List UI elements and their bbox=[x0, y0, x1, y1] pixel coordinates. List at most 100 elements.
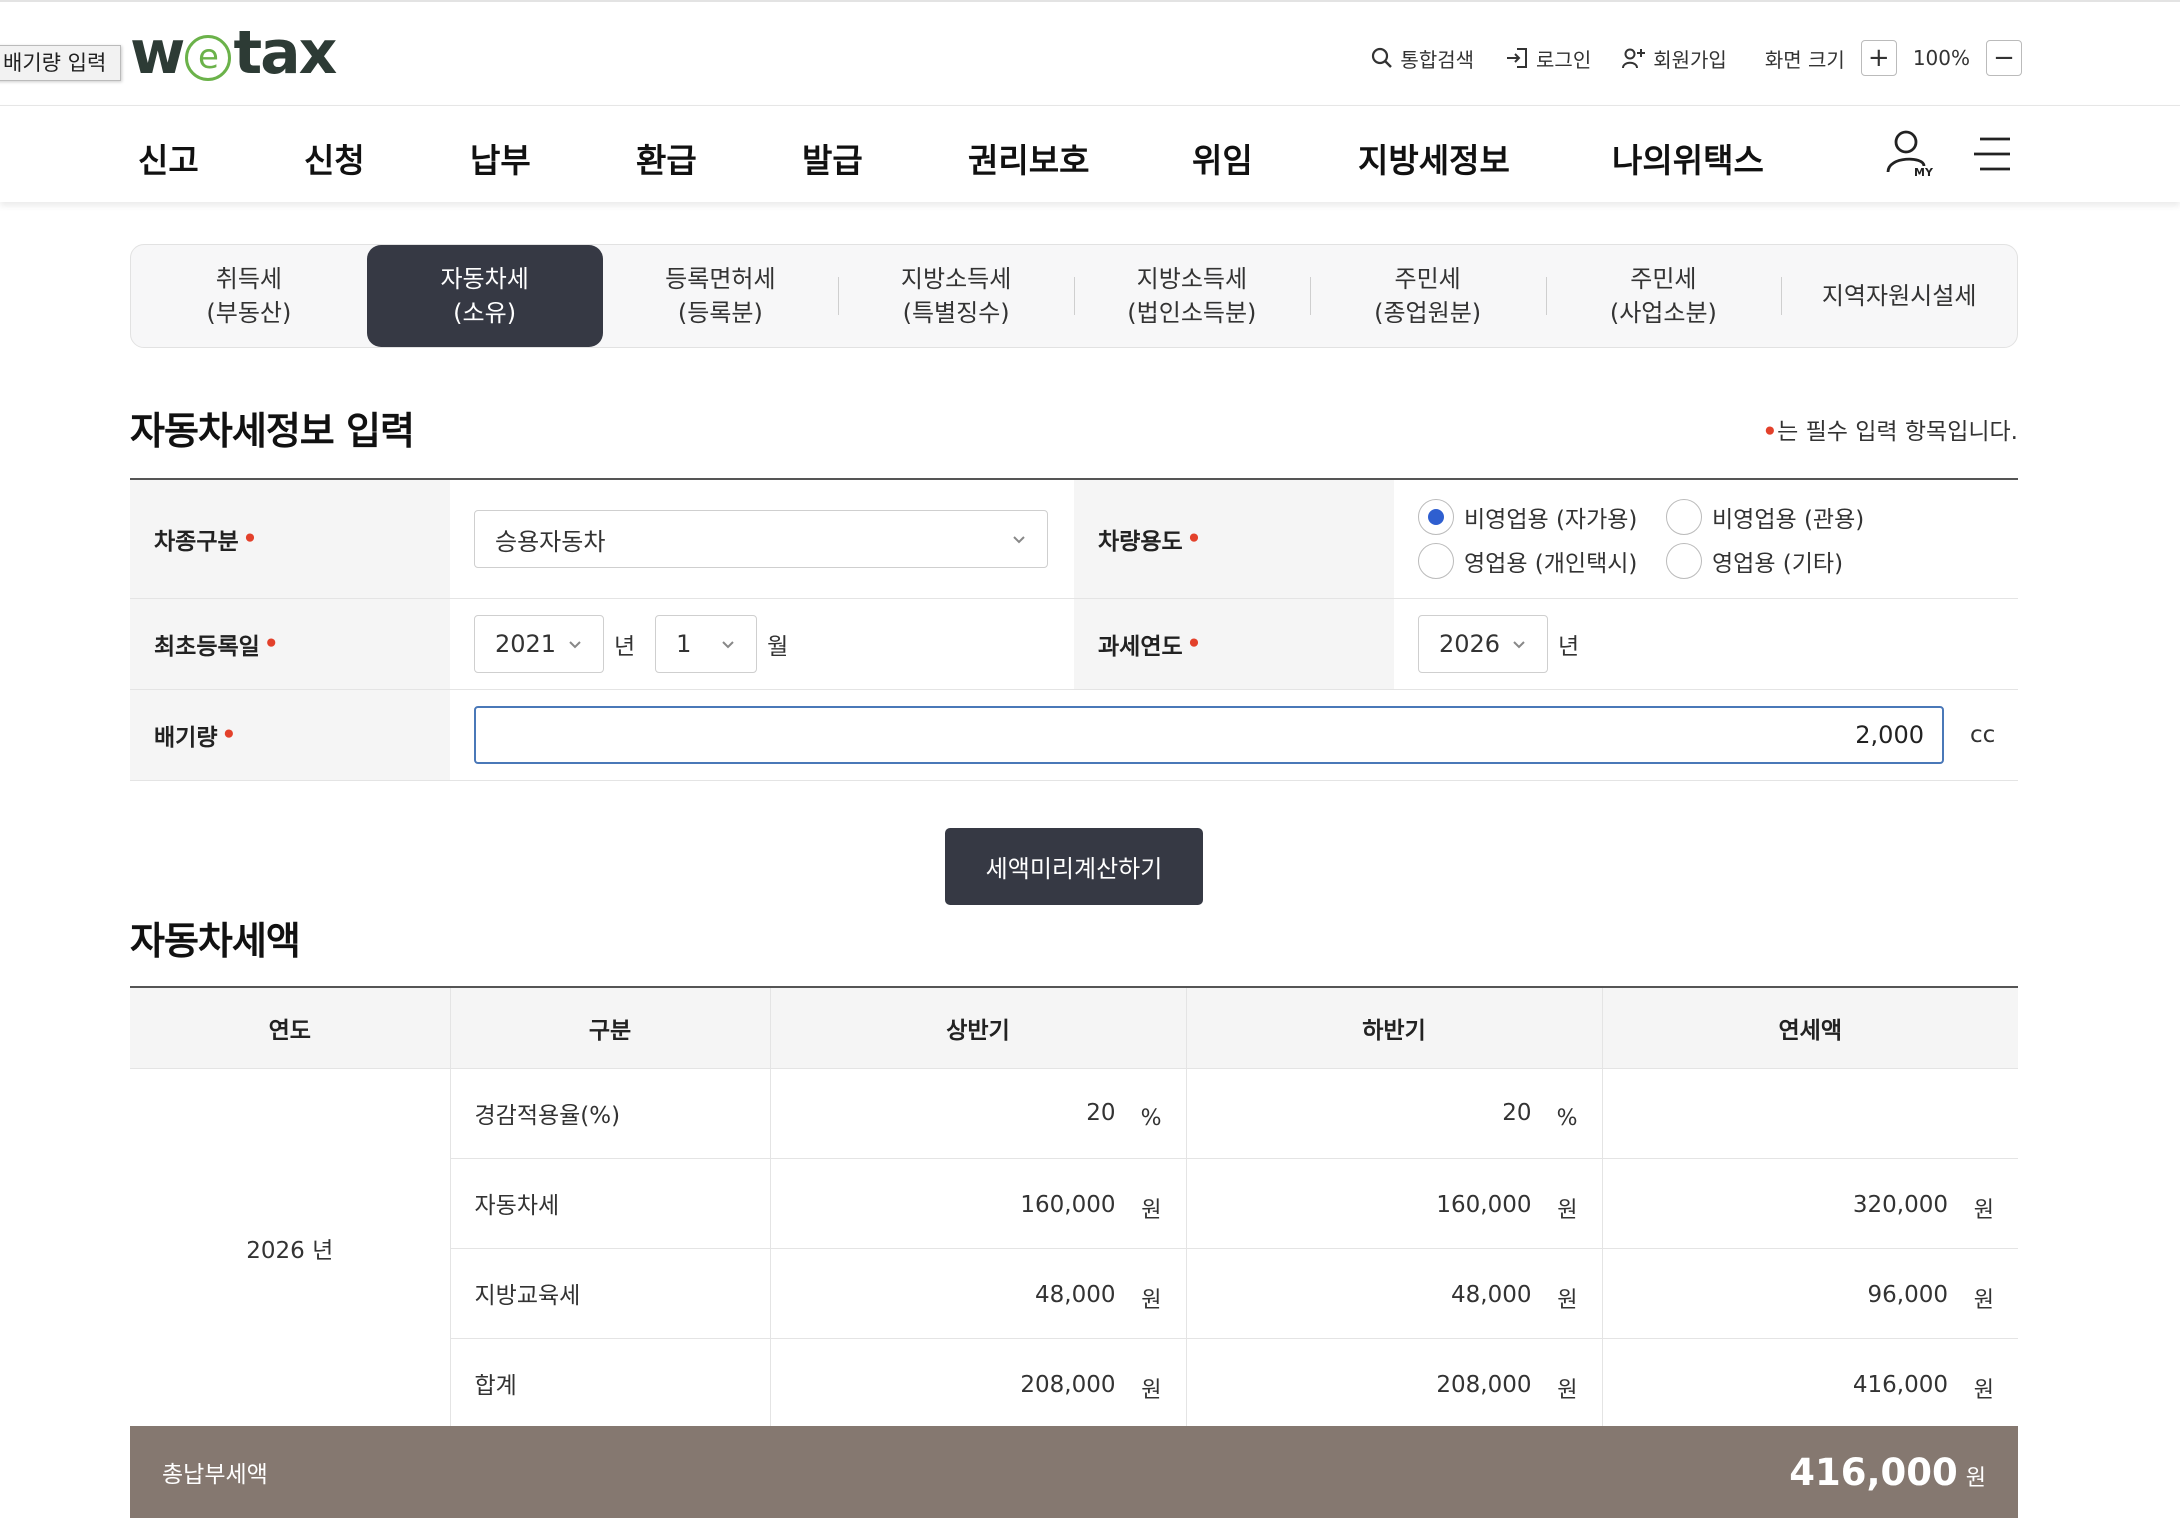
tab-sublabel: (종업원분) bbox=[1374, 299, 1482, 327]
tab-acquisition-tax[interactable]: 취득세 (부동산) bbox=[131, 245, 367, 347]
unit: 원 bbox=[1557, 1288, 1578, 1313]
tab-local-income-tax-corporate[interactable]: 지방소득세 (법인소득분) bbox=[1074, 245, 1310, 347]
radio-button-selected[interactable] bbox=[1418, 499, 1454, 535]
tax-year-cell: 2026 년 bbox=[1394, 599, 1599, 689]
radio-button[interactable] bbox=[1418, 543, 1454, 579]
unit: 원 bbox=[1141, 1288, 1162, 1313]
logo-e: e bbox=[185, 35, 232, 81]
login-icon bbox=[1507, 48, 1528, 68]
nav-rights-protection[interactable]: 권리보호 bbox=[968, 134, 1192, 182]
first-reg-year-selected: 2021 bbox=[495, 630, 557, 658]
required-note-text: 는 필수 입력 항목입니다. bbox=[1777, 419, 2018, 445]
tax-year-label: 과세연도 • bbox=[1074, 599, 1394, 689]
nav-report[interactable]: 신고 bbox=[138, 134, 304, 182]
integrated-search-link[interactable]: 통합검색 bbox=[1370, 44, 1474, 73]
tab-sublabel: (특별징수) bbox=[902, 299, 1010, 327]
chevron-down-icon bbox=[1513, 641, 1525, 649]
first-reg-year-select[interactable]: 2021 bbox=[474, 615, 604, 673]
radio-label: 영업용 (기타) bbox=[1712, 551, 1844, 577]
value: 208,000 bbox=[1436, 1372, 1532, 1398]
usage-radio-taxi[interactable]: 영업용 (개인택시) bbox=[1418, 543, 1666, 579]
category-cell: 합계 bbox=[449, 1338, 770, 1429]
hamburger-menu-icon[interactable] bbox=[1972, 136, 2012, 172]
label-text: 차종구분 bbox=[154, 529, 239, 555]
nav-local-tax-info[interactable]: 지방세정보 bbox=[1358, 134, 1612, 182]
tab-label: 취득세 bbox=[215, 265, 282, 293]
displacement-cell: 2,000 cc bbox=[450, 690, 2015, 780]
login-link[interactable]: 로그인 bbox=[1504, 44, 1591, 73]
month-unit: 월 bbox=[767, 634, 789, 660]
signup-link[interactable]: 회원가입 bbox=[1621, 44, 1727, 73]
radio-button[interactable] bbox=[1666, 499, 1702, 535]
tab-local-income-tax-withholding[interactable]: 지방소득세 (특별징수) bbox=[838, 245, 1074, 347]
svg-text:MY: MY bbox=[1914, 166, 1934, 179]
zoom-in-button[interactable]: + bbox=[1860, 40, 1897, 76]
chevron-down-icon bbox=[1013, 536, 1025, 544]
usage-radio-government[interactable]: 비영업용 (관용) bbox=[1666, 499, 1926, 535]
form-row-registration-year: 최초등록일 • 2021 년 1 월 과세연도 • 2026 년 bbox=[130, 599, 2018, 690]
tab-vehicle-tax[interactable]: 자동차세 (소유) bbox=[366, 245, 603, 347]
second-half-cell: 160,000 원 bbox=[1185, 1158, 1602, 1249]
radio-label: 영업용 (개인택시) bbox=[1464, 551, 1638, 577]
total-tax-amount: 416,000 원 bbox=[1789, 1451, 1986, 1494]
tab-label: 주민세 bbox=[1630, 265, 1697, 293]
displacement-unit: cc bbox=[1970, 722, 1996, 748]
logo-tax: tax bbox=[233, 18, 337, 88]
displacement-label: 배기량 • bbox=[130, 690, 450, 780]
nav-refund[interactable]: 환급 bbox=[636, 134, 802, 182]
tab-registration-license-tax[interactable]: 등록면허세 (등록분) bbox=[603, 245, 839, 347]
car-type-select[interactable]: 승용자동차 bbox=[474, 510, 1048, 568]
search-label: 통합검색 bbox=[1400, 47, 1475, 72]
zoom-out-button[interactable]: − bbox=[1986, 40, 2022, 76]
chevron-down-icon bbox=[569, 641, 581, 649]
wetax-logo[interactable]: w e tax bbox=[130, 18, 337, 88]
annual-cell: 96,000 원 bbox=[1601, 1248, 2018, 1339]
unit: 원 bbox=[1973, 1198, 1994, 1223]
nav-issuance[interactable]: 발급 bbox=[802, 134, 968, 182]
second-half-cell: 48,000 원 bbox=[1185, 1248, 1602, 1339]
first-reg-month-selected: 1 bbox=[676, 630, 692, 658]
logo-w: w bbox=[130, 18, 185, 88]
nav-delegation[interactable]: 위임 bbox=[1192, 134, 1358, 182]
zoom-value: 100% bbox=[1912, 46, 1970, 70]
required-dot: • bbox=[263, 631, 279, 657]
radio-button[interactable] bbox=[1666, 543, 1702, 579]
total-tax-bar: 총납부세액 416,000 원 bbox=[130, 1426, 2018, 1518]
my-page-icon[interactable]: MY bbox=[1882, 128, 1934, 180]
calculate-tax-button[interactable]: 세액미리계산하기 bbox=[945, 828, 1203, 905]
tab-label: 등록면허세 bbox=[665, 265, 776, 293]
category-cell: 자동차세 bbox=[449, 1158, 770, 1249]
first-half-cell: 160,000 원 bbox=[769, 1158, 1186, 1249]
unit: 원 bbox=[1141, 1198, 1162, 1223]
car-type-label: 차종구분 • bbox=[130, 480, 450, 598]
usage-radio-business-other[interactable]: 영업용 (기타) bbox=[1666, 543, 1926, 579]
tab-regional-resource-facility-tax[interactable]: 지역자원시설세 bbox=[1781, 245, 2017, 347]
header-first-half: 상반기 bbox=[769, 987, 1186, 1069]
unit: 원 bbox=[1973, 1288, 1994, 1313]
nav-payment[interactable]: 납부 bbox=[470, 134, 636, 182]
first-registration-cell: 2021 년 1 월 bbox=[450, 599, 1074, 689]
first-reg-month-select[interactable]: 1 bbox=[655, 615, 758, 673]
second-half-cell: 20% bbox=[1185, 1068, 1602, 1159]
total-tax-label: 총납부세액 bbox=[162, 1462, 268, 1488]
tab-label: 지방소득세 bbox=[900, 265, 1012, 293]
value: 416,000 bbox=[1852, 1372, 1948, 1398]
first-half-cell: 48,000 원 bbox=[769, 1248, 1186, 1339]
value: 96,000 bbox=[1867, 1282, 1948, 1308]
tax-year-select[interactable]: 2026 bbox=[1418, 615, 1548, 673]
tab-sublabel: (사업소분) bbox=[1609, 299, 1717, 327]
tab-resident-tax-employee[interactable]: 주민세 (종업원분) bbox=[1309, 245, 1546, 347]
displacement-input[interactable]: 2,000 bbox=[474, 706, 1944, 764]
usage-radio-private[interactable]: 비영업용 (자가용) bbox=[1418, 499, 1666, 535]
value: 208,000 bbox=[1020, 1372, 1116, 1398]
radio-label: 비영업용 (관용) bbox=[1712, 507, 1865, 533]
nav-apply[interactable]: 신청 bbox=[304, 134, 470, 182]
main-navigation: 신고 신청 납부 환급 발급 권리보호 위임 지방세정보 나의위택스 MY bbox=[0, 105, 2180, 202]
first-half-cell: 20% bbox=[769, 1068, 1186, 1159]
nav-my-wetax[interactable]: 나의위택스 bbox=[1612, 134, 1812, 182]
year-unit: 년 bbox=[1558, 634, 1580, 660]
header-year: 연도 bbox=[130, 987, 450, 1069]
tab-resident-tax-business[interactable]: 주민세 (사업소분) bbox=[1545, 245, 1782, 347]
unit: 원 bbox=[1141, 1378, 1162, 1403]
annual-cell: 320,000 원 bbox=[1601, 1158, 2018, 1249]
